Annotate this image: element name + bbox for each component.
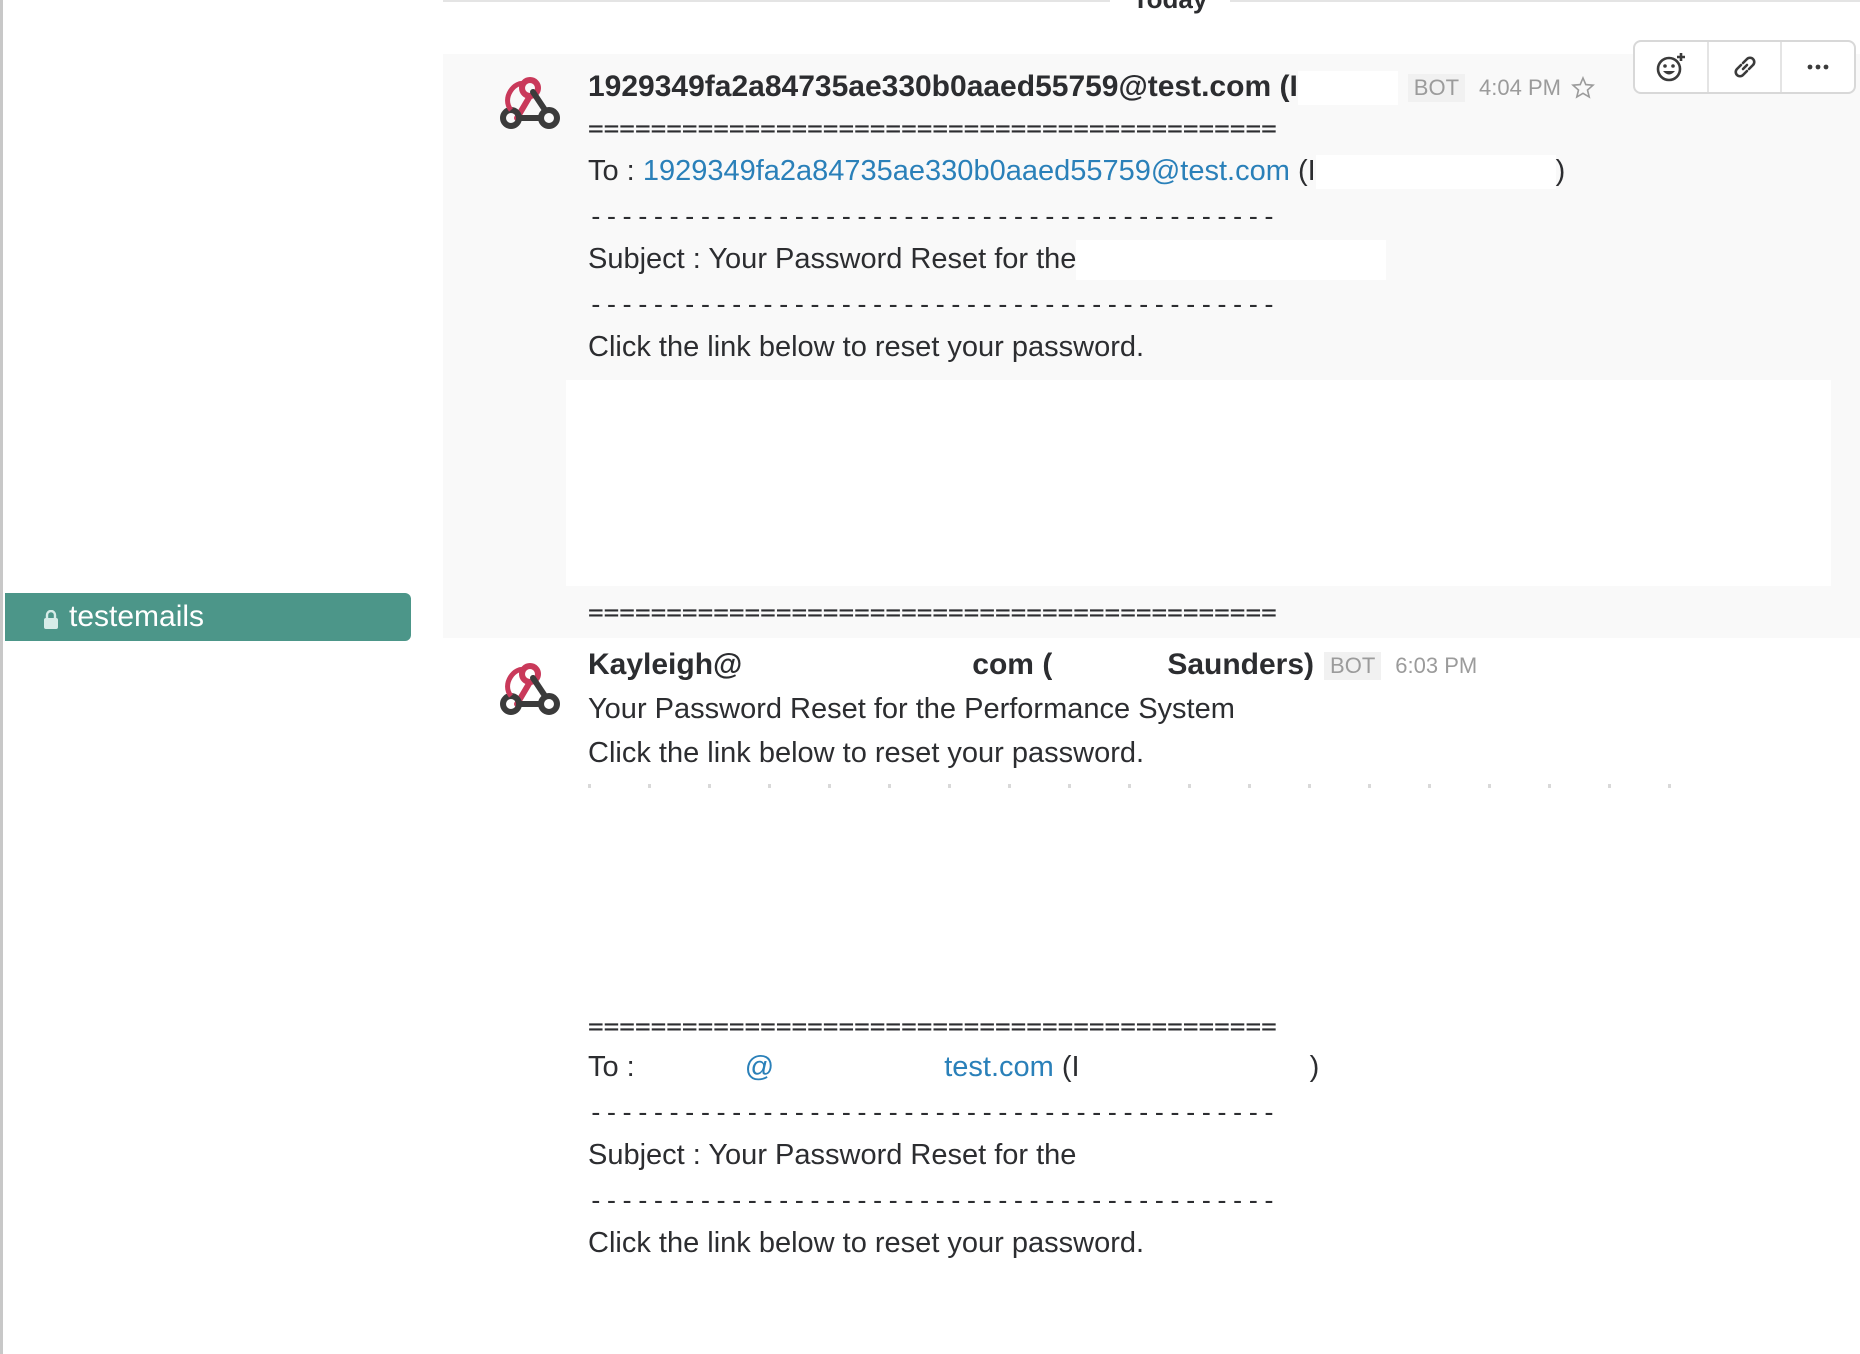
message-row[interactable]: 1929349fa2a84735ae330b0aaed55759@test.co… [443,54,1860,638]
separator-dashes: ----------------------------------------… [588,290,1277,320]
recipient-paren-close: ) [1555,155,1566,187]
add-reaction-icon [1656,53,1685,82]
to-label: To : [588,155,635,187]
message-text: Click the link below to reset your passw… [588,737,1145,769]
to-label: To : [588,1051,635,1083]
sidebar: testemails [3,0,443,1354]
webhook-icon [500,77,560,129]
more-icon [1807,64,1829,70]
separator-dashes: ----------------------------------------… [588,1186,1277,1216]
bot-badge: BOT [1324,652,1382,681]
sidebar-item-label: testemails [69,600,205,633]
recipient-paren-open: (I [1061,1051,1080,1083]
message-sender-part: Saunders) [1167,648,1315,681]
separator-dashes: ----------------------------------------… [588,1098,1277,1128]
add-reaction-button[interactable] [1635,42,1709,92]
webhook-icon [500,663,560,715]
recipient-paren-close: ) [1309,1051,1320,1083]
message-sender[interactable]: Kayleigh@ [588,648,742,681]
lock-icon [44,610,58,629]
separator-equals: ========================================… [588,1012,1277,1042]
separator-equals: ========================================… [588,114,1277,144]
message-text: Your Password Reset for the Performance … [588,693,1235,725]
message-actions [1633,40,1856,94]
recipient-email-link-domain[interactable]: test.com [944,1051,1054,1083]
star-icon[interactable] [1571,76,1595,100]
link-icon [1733,56,1756,78]
bot-badge: BOT [1407,74,1466,103]
copy-link-button[interactable] [1709,42,1783,92]
separator-dashes: ----------------------------------------… [588,202,1277,232]
subject-line: Subject : Your Password Reset for the [588,243,1077,275]
message-body: Click the link below to reset your passw… [588,331,1145,363]
message-timestamp[interactable]: 6:03 PM [1395,653,1477,678]
message-body: Click the link below to reset your passw… [588,1227,1145,1259]
message-sender[interactable]: 1929349fa2a84735ae330b0aaed55759@test.co… [588,70,1298,103]
separator-equals: ========================================… [588,598,1277,628]
message-row[interactable]: Kayleigh@ com ( Saunders) BOT 6:03 PM Your P… [443,640,1860,1280]
redacted-content-block [566,380,1831,586]
recipient-paren-open: (I [1297,155,1316,187]
recipient-email-link[interactable]: 1929349fa2a84735ae330b0aaed55759@test.co… [643,155,1290,187]
subject-line: Subject : Your Password Reset for the [588,1139,1077,1171]
sidebar-item-testemails[interactable]: testemails [5,593,411,641]
recipient-email-link[interactable]: @ [745,1051,774,1083]
message-sender-part: com ( [972,648,1053,681]
faint-truncated-link [588,784,1728,788]
message-timestamp[interactable]: 4:04 PM [1479,75,1561,100]
more-actions-button[interactable] [1782,42,1854,92]
day-divider-label: Today [1110,0,1230,12]
